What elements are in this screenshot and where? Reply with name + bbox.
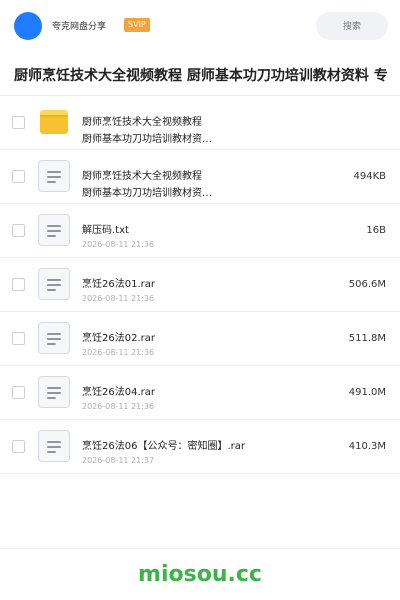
document-icon xyxy=(38,160,70,192)
file-row[interactable]: 解压码.txt 2026-08-11 21:36 16B xyxy=(0,204,400,258)
folder-icon xyxy=(40,110,68,134)
page-title: 厨师烹饪技术大全视频教程 厨师基本功刀功培训教材资料 专 xyxy=(14,68,388,84)
file-list: 厨师烹饪技术大全视频教程 厨师基本功刀功培训教材资… 厨师烹饪技术大全视频教程 … xyxy=(0,96,400,474)
row-checkbox[interactable] xyxy=(12,170,25,183)
avatar[interactable] xyxy=(14,12,42,40)
header: 夸克网盘分享 SVIP xyxy=(0,0,400,52)
file-size: 494KB xyxy=(353,171,386,182)
file-name: 厨师烹饪技术大全视频教程 xyxy=(82,117,202,128)
row-checkbox[interactable] xyxy=(12,440,25,453)
file-row[interactable]: 烹饪26法04.rar 2026-08-11 21:36 491.0M xyxy=(0,366,400,420)
file-name: 解压码.txt xyxy=(82,225,129,236)
file-date: 2026-08-11 21:36 xyxy=(82,294,155,303)
file-row[interactable]: 厨师烹饪技术大全视频教程 厨师基本功刀功培训教材资… xyxy=(0,96,400,150)
file-row[interactable]: 烹饪26法06【公众号：密知圈】.rar 2026-08-11 21:37 41… xyxy=(0,420,400,474)
file-name-line2: 厨师基本功刀功培训教材资… xyxy=(82,134,212,145)
file-row[interactable]: 厨师烹饪技术大全视频教程 厨师基本功刀功培训教材资… 494KB xyxy=(0,150,400,204)
file-name-line2: 厨师基本功刀功培训教材资… xyxy=(82,188,212,199)
watermark: miosou.cc xyxy=(138,562,262,587)
document-icon xyxy=(38,322,70,354)
file-name: 烹饪26法02.rar xyxy=(82,333,155,344)
file-size: 16B xyxy=(366,225,386,236)
row-checkbox[interactable] xyxy=(12,386,25,399)
file-name: 烹饪26法04.rar xyxy=(82,387,155,398)
document-icon xyxy=(38,376,70,408)
svip-badge: SVIP xyxy=(124,18,150,32)
document-icon xyxy=(38,268,70,300)
file-date: 2026-08-11 21:37 xyxy=(82,456,155,465)
file-size: 511.8M xyxy=(348,333,386,344)
document-icon xyxy=(38,214,70,246)
row-checkbox[interactable] xyxy=(12,332,25,345)
footer-divider xyxy=(0,548,400,549)
user-name[interactable]: 夸克网盘分享 xyxy=(52,19,106,32)
file-size: 410.3M xyxy=(348,441,386,452)
file-date: 2026-08-11 21:36 xyxy=(82,348,155,357)
file-row[interactable]: 烹饪26法02.rar 2026-08-11 21:36 511.8M xyxy=(0,312,400,366)
file-name: 烹饪26法01.rar xyxy=(82,279,155,290)
file-name: 烹饪26法06【公众号：密知圈】.rar xyxy=(82,441,245,452)
file-date: 2026-08-11 21:36 xyxy=(82,402,155,411)
file-name: 厨师烹饪技术大全视频教程 xyxy=(82,171,202,182)
row-checkbox[interactable] xyxy=(12,278,25,291)
row-checkbox[interactable] xyxy=(12,224,25,237)
document-icon xyxy=(38,430,70,462)
file-size: 491.0M xyxy=(348,387,386,398)
title-bar: 厨师烹饪技术大全视频教程 厨师基本功刀功培训教材资料 专 xyxy=(0,52,400,96)
file-date: 2026-08-11 21:36 xyxy=(82,240,155,249)
file-size: 506.6M xyxy=(348,279,386,290)
row-checkbox[interactable] xyxy=(12,116,25,129)
file-row[interactable]: 烹饪26法01.rar 2026-08-11 21:36 506.6M xyxy=(0,258,400,312)
search-input[interactable] xyxy=(316,12,388,40)
